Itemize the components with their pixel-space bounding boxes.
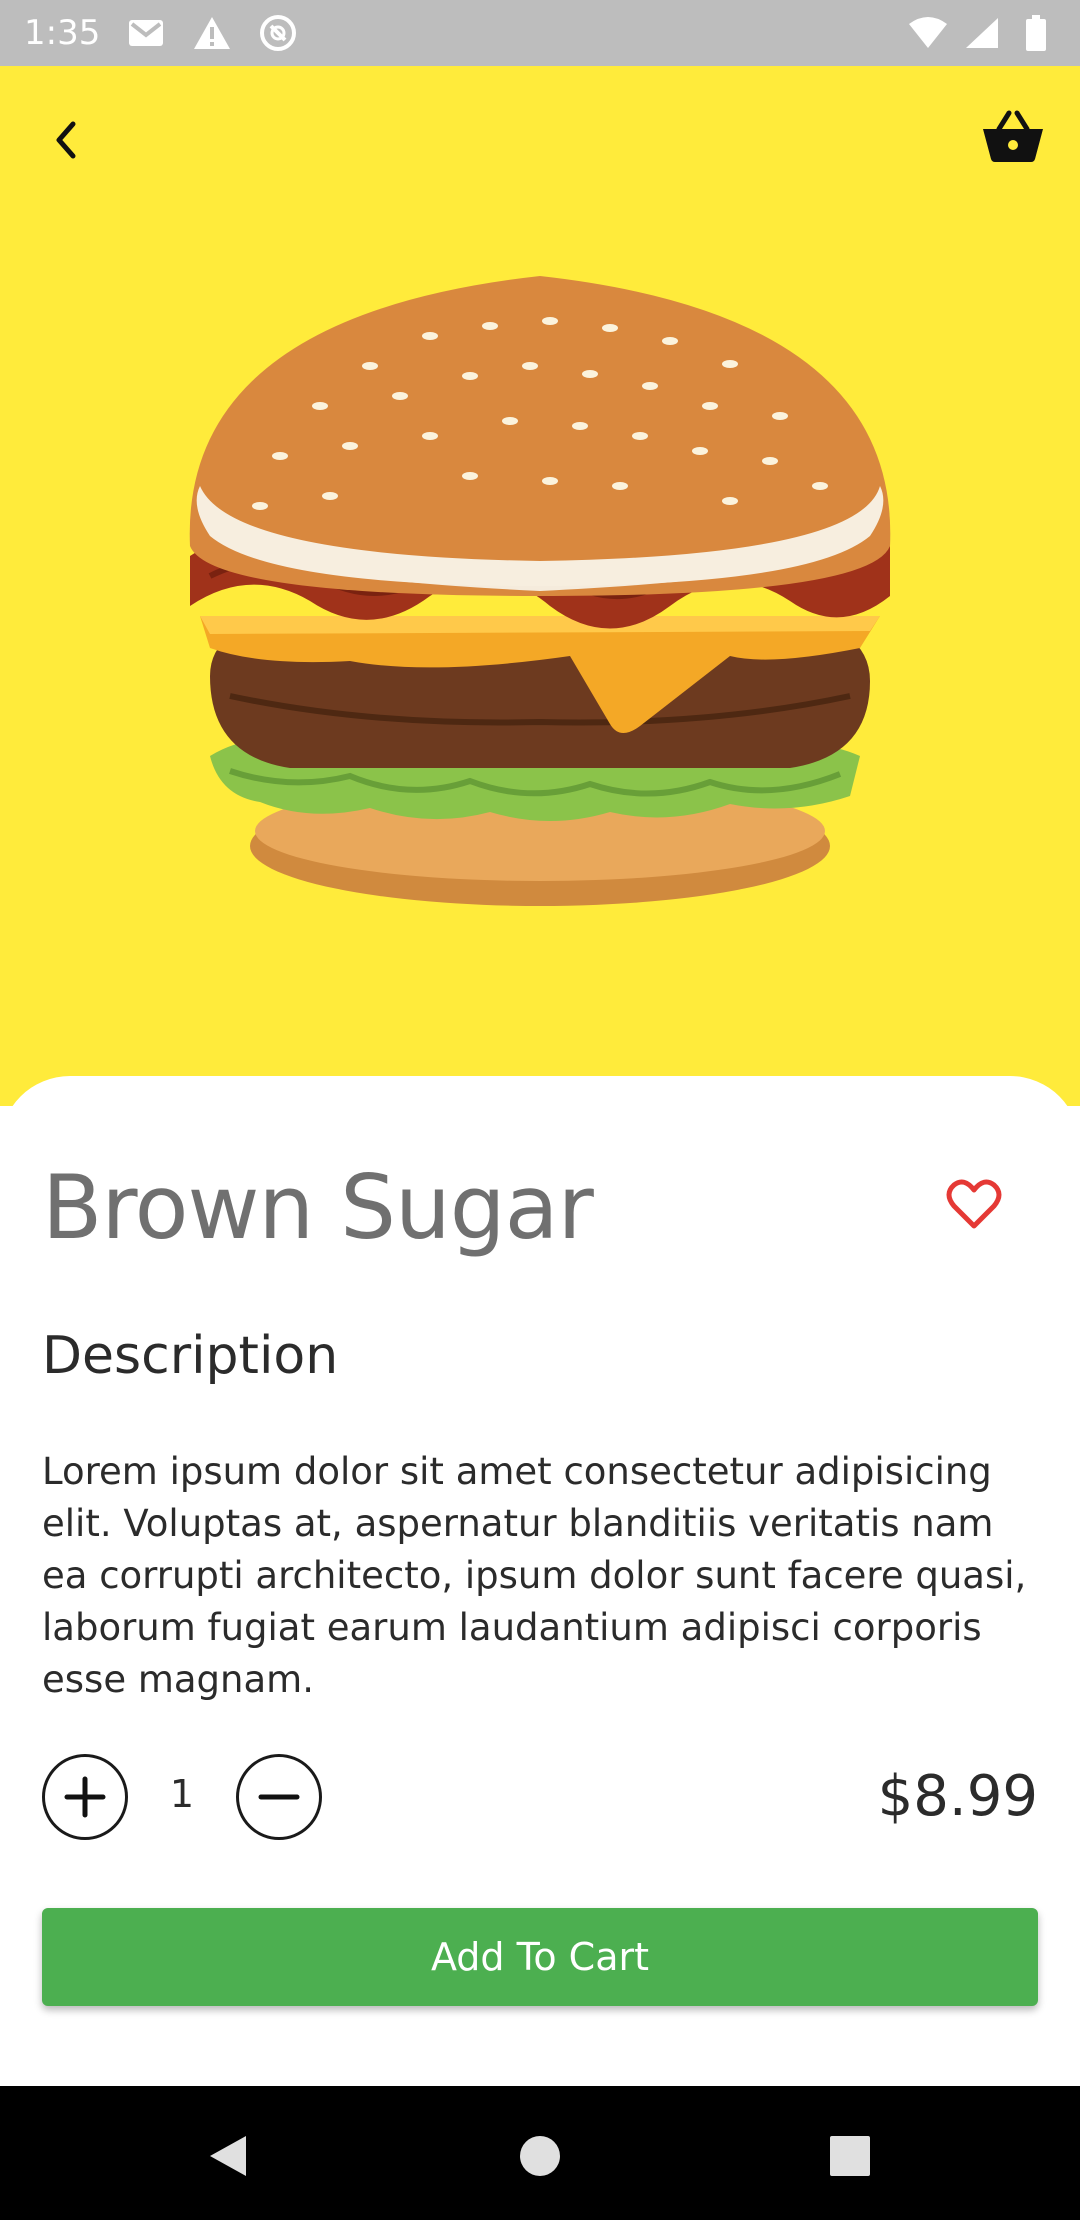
burger-image bbox=[189, 276, 891, 906]
quantity-stepper: 1 $8.99 bbox=[42, 1754, 1038, 1844]
description-heading: Description bbox=[42, 1326, 339, 1386]
warning-icon bbox=[192, 13, 232, 53]
nav-back-icon bbox=[210, 2136, 246, 2176]
sync-off-icon bbox=[258, 13, 298, 53]
heart-outline-icon bbox=[946, 1179, 1002, 1229]
cart-button[interactable] bbox=[976, 98, 1050, 172]
nav-home-icon bbox=[520, 2136, 560, 2176]
gmail-icon bbox=[126, 13, 166, 53]
favorite-button[interactable] bbox=[944, 1174, 1004, 1234]
product-name: Brown Sugar bbox=[42, 1156, 594, 1259]
basket-icon bbox=[983, 110, 1043, 162]
battery-icon bbox=[1016, 13, 1056, 53]
increase-quantity-button[interactable] bbox=[42, 1754, 128, 1840]
description-text: Lorem ipsum dolor sit amet consectetur a… bbox=[42, 1450, 1027, 1701]
minus-icon bbox=[258, 1794, 300, 1800]
nav-recents-button[interactable] bbox=[820, 2126, 880, 2186]
signal-icon bbox=[962, 13, 1002, 53]
quantity-value: 1 bbox=[169, 1772, 195, 1816]
nav-home-button[interactable] bbox=[510, 2126, 570, 2186]
product-detail-screen: 1:35 Brown Sugar Description Lorem ipsum… bbox=[0, 0, 1080, 2220]
back-button[interactable] bbox=[36, 110, 96, 170]
product-price: $8.99 bbox=[877, 1764, 1038, 1829]
nav-recents-icon bbox=[830, 2136, 870, 2176]
status-time: 1:35 bbox=[24, 13, 101, 53]
chevron-left-icon bbox=[56, 121, 76, 159]
product-hero bbox=[0, 66, 1080, 1106]
plus-icon bbox=[64, 1776, 106, 1818]
add-to-cart-button[interactable]: Add To Cart bbox=[42, 1908, 1038, 2006]
decrease-quantity-button[interactable] bbox=[236, 1754, 322, 1840]
product-details-sheet: Brown Sugar Description Lorem ipsum dolo… bbox=[0, 1076, 1080, 2086]
nav-back-button[interactable] bbox=[198, 2126, 258, 2186]
status-bar: 1:35 bbox=[0, 0, 1080, 66]
wifi-icon bbox=[908, 13, 948, 53]
navigation-bar bbox=[0, 2086, 1080, 2220]
